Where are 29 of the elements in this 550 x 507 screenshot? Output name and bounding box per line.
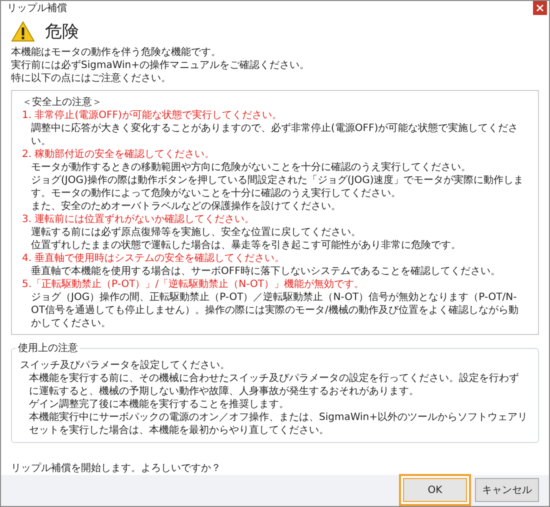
warning-title: 危険 <box>45 20 79 43</box>
cancel-button[interactable]: キャンセル <box>475 478 539 502</box>
detail-text: 垂直軸で本機能を使用する場合は、サーボOFF時に落下しないシステムであることを確認してください。 <box>30 264 502 278</box>
question-text: リップル補償を開始します。よろしいですか？ <box>11 462 222 475</box>
intro-text: 実行前には必ずSigmaWin+の操作マニュアルをご確認ください。 <box>11 58 311 72</box>
detail-text: 本機能実行中にサーボパックの電源のオン／オフ操作、または、SigmaWin+以外のツールからソフトウェアリセットを実行した場合は、本機能を最初からやり直してください。 <box>28 410 528 437</box>
safety-heading: ＜安全上の注意＞ <box>22 96 103 109</box>
usage-legend: 使用上の注意 <box>16 342 80 355</box>
detail-text: また、安全のためオーバトラベルなどの保護操作を設けてください。 <box>30 200 342 213</box>
detail-text: モータが動作するときの移動範囲や方向に危険がないことを十分に確認のうえ実行してください。 <box>30 160 472 174</box>
warning-text: 4. 垂直軸で使用時はシステムの安全を確認してください。 <box>22 252 286 265</box>
warning-text: 1. 非常停止(電源OFF)が可能な状態で実行してください。 <box>22 108 283 122</box>
detail-text: 本機能を実行する前に、その機械に合わせたスイッチ及びパラメータの設定を行ってください。設定を行わずに運転すると、機械の予期しない動作や故障、人身事故が発生するおそれがあります。 <box>28 372 520 398</box>
intro-text: 本機能はモータの動作を伴う危険な機能です。 <box>11 46 222 59</box>
detail-text: 位置ずれしたままの状態で運転した場合は、暴走等を引き起こす可能性があり非常に危険です。 <box>30 238 462 252</box>
detail-text: ジョグ(JOG)操作の際は動作ボタンを押している間設定された「ジョグ(JOG)速度」でモータが実際に動作します。モータの動作によって危険がないことを十分に確認のうえ実行してください。 <box>30 174 525 200</box>
warning-icon <box>11 20 35 42</box>
detail-text: 調整中に応答が大きく変化することがありますので、必ず非常停止(電源OFF)が可能な状態で実施してください。 <box>30 122 520 148</box>
warning-text: 2. 稼動部付近の安全を確認してください。 <box>22 148 216 161</box>
detail-text: 運転する前には必ず原点復帰等を実施し、安全な位置に戻してください。 <box>30 226 362 239</box>
warning-text: 5.「正転駆動禁止（P-OT）」/「逆転駆動禁止（N-OT）」機能が無効です。 <box>22 278 365 291</box>
detail-text: ゲイン調整完了後に本機能を実行することを推奨します。 <box>28 398 290 411</box>
window-title: リップル補償 <box>7 2 67 16</box>
close-button[interactable] <box>533 1 547 16</box>
intro-text: 特に以下の点にはご注意ください。 <box>11 72 172 85</box>
detail-text: ジョグ（JOG）操作の間、正転駆動禁止（P-OT）／逆転駆動禁止（N-OT）信号が無効となります（P-OT/N-OT信号を通過しても停止しません）。操作の際には実際のモータ/機械の動作及び位置をよく確認しながら動かしてください。 <box>30 290 520 330</box>
lead-text: スイッチ及びパラメータを設定してください。 <box>20 358 231 372</box>
warning-text: 3. 運転前には位置ずれがないか確認してください。 <box>22 212 256 226</box>
close-icon <box>536 4 544 12</box>
